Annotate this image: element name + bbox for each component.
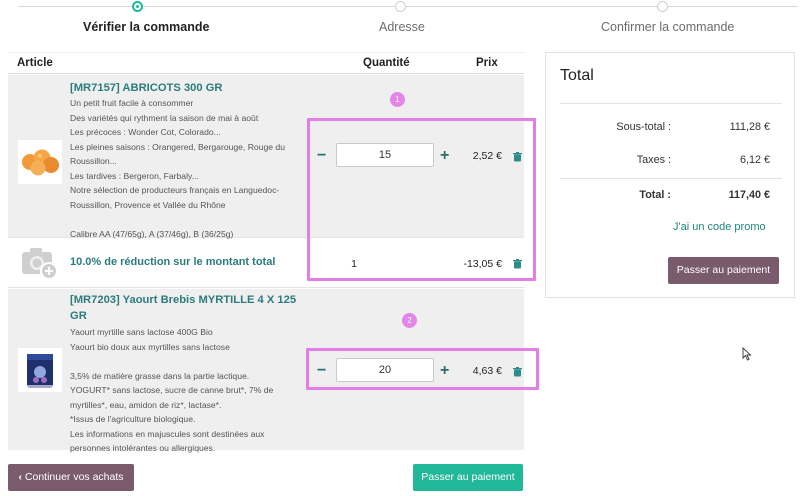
price-apricots: 2,52 €: [472, 150, 502, 162]
qty-decrease-button[interactable]: −: [317, 363, 326, 379]
product-description-yogurt: Yaourt myrtille sans lactose 400G Bio Ya…: [70, 327, 274, 453]
price-yogurt: 4,63 €: [472, 365, 502, 377]
header-price: Prix: [476, 57, 498, 69]
total-value: 117,40 €: [728, 189, 770, 201]
continue-shopping-button[interactable]: ‹ Continuer vos achats: [8, 464, 134, 491]
step-label-review: Vérifier la commande: [83, 20, 210, 34]
qty-input-yogurt[interactable]: 20: [336, 358, 434, 382]
cart-table-header: Article Quantité Prix: [8, 52, 524, 74]
header-article: Article: [17, 57, 53, 69]
summary-divider: [560, 178, 782, 179]
trash-icon[interactable]: [513, 259, 522, 269]
summary-divider: [560, 103, 782, 104]
promo-code-link[interactable]: J'ai un code promo: [673, 221, 766, 233]
subtotal-label: Sous-total :: [616, 121, 671, 133]
product-title-yogurt-line2: GR: [70, 310, 87, 322]
yogurt-photo[interactable]: [18, 348, 62, 392]
apricots-photo[interactable]: [18, 140, 62, 184]
trash-icon[interactable]: [513, 152, 522, 162]
step-dot-review: [132, 1, 143, 12]
product-title-yogurt-line1: [MR7203] Yaourt Brebis MYRTILLE 4 X 125: [70, 294, 297, 306]
step-label-address[interactable]: Adresse: [379, 20, 425, 34]
product-title-yogurt[interactable]: [MR7203] Yaourt Brebis MYRTILLE 4 X 125 …: [70, 292, 296, 324]
step-label-confirm[interactable]: Confirmer la commande: [601, 20, 734, 34]
subtotal-value: 111,28 €: [729, 121, 770, 133]
checkout-button[interactable]: Passer au paiement: [668, 257, 779, 284]
discount-label: 10.0% de réduction sur le montant total: [70, 256, 276, 268]
qty-decrease-button[interactable]: −: [317, 148, 326, 164]
qty-input-apricots[interactable]: 15: [336, 143, 434, 167]
step-dot-confirm: [657, 1, 668, 12]
order-summary-panel: Total Sous-total : 111,28 € Taxes : 6,12…: [545, 52, 795, 298]
chevron-left-icon: ‹: [18, 471, 22, 483]
checkout-button-bottom[interactable]: Passer au paiement: [413, 464, 523, 491]
annotation-badge-1: 1: [390, 92, 405, 107]
annotation-badge-2: 2: [402, 313, 417, 328]
price-discount: -13,05 €: [463, 258, 502, 270]
header-quantity: Quantité: [363, 57, 410, 69]
total-label: Total :: [639, 189, 671, 201]
taxes-value: 6,12 €: [739, 154, 770, 166]
product-title-apricots[interactable]: [MR7157] ABRICOTS 300 GR: [70, 80, 223, 96]
product-description-apricots: Un petit fruit facile à consommer Des va…: [70, 98, 285, 239]
summary-title: Total: [560, 67, 594, 84]
continue-shopping-label: Continuer vos achats: [24, 471, 124, 483]
step-dot-address: [395, 1, 406, 12]
taxes-label: Taxes :: [636, 154, 671, 166]
camera-placeholder-icon: [22, 248, 58, 280]
mouse-cursor-icon: [742, 347, 752, 361]
qty-discount: 1: [351, 258, 357, 270]
trash-icon[interactable]: [513, 367, 522, 377]
